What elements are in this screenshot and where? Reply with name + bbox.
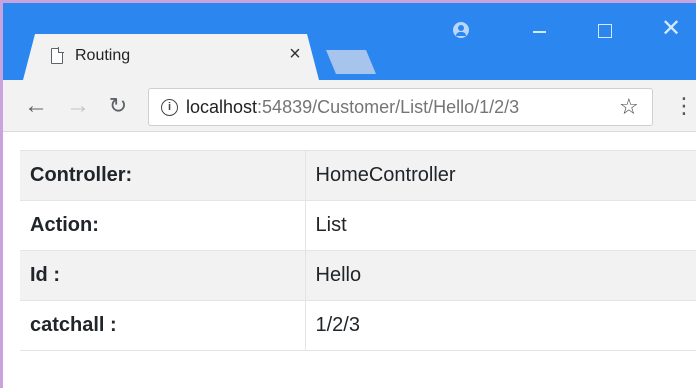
- row-value: 1/2/3: [305, 300, 696, 351]
- reload-icon[interactable]: ↻: [105, 93, 131, 119]
- page-content: Controller: HomeController Action: List …: [20, 150, 696, 351]
- maximize-button[interactable]: [593, 19, 617, 43]
- route-values-table: Controller: HomeController Action: List …: [20, 150, 696, 351]
- minimize-button[interactable]: [527, 19, 551, 43]
- address-bar[interactable]: i localhost:54839/Customer/List/Hello/1/…: [148, 88, 653, 126]
- row-value: HomeController: [305, 150, 696, 201]
- forward-arrow-icon[interactable]: →: [65, 93, 91, 119]
- tab-close-icon[interactable]: ×: [285, 44, 305, 64]
- page-icon: [51, 48, 63, 64]
- url-text[interactable]: localhost:54839/Customer/List/Hello/1/2/…: [186, 97, 519, 118]
- title-bar: Routing × ✕: [3, 3, 696, 80]
- window-close-button[interactable]: ✕: [659, 17, 683, 41]
- row-key: Action:: [20, 200, 306, 251]
- url-path: :54839/Customer/List/Hello/1/2/3: [257, 97, 520, 117]
- table-row: Controller: HomeController: [20, 150, 696, 201]
- row-key: Controller:: [20, 150, 306, 201]
- row-key: Id :: [20, 250, 306, 301]
- menu-dots-icon[interactable]: ⋮: [673, 93, 695, 119]
- url-host: localhost: [186, 97, 258, 117]
- row-key: catchall :: [20, 300, 306, 351]
- row-value: Hello: [305, 250, 696, 301]
- profile-icon[interactable]: [453, 22, 469, 38]
- browser-toolbar: ← → ↻ i localhost:54839/Customer/List/He…: [3, 80, 696, 132]
- new-tab-button[interactable]: [326, 50, 376, 74]
- info-icon[interactable]: i: [161, 99, 178, 116]
- tab-title: Routing: [75, 47, 131, 64]
- bookmark-star-icon[interactable]: ☆: [619, 94, 639, 120]
- table-row: Action: List: [20, 200, 696, 251]
- table-row: catchall : 1/2/3: [20, 300, 696, 351]
- browser-tab[interactable]: Routing ×: [23, 34, 319, 80]
- table-row: Id : Hello: [20, 250, 696, 301]
- browser-window: Routing × ✕ ← → ↻ i localhost:54839/Cust…: [0, 0, 696, 388]
- back-arrow-icon[interactable]: ←: [23, 93, 49, 119]
- row-value: List: [305, 200, 696, 251]
